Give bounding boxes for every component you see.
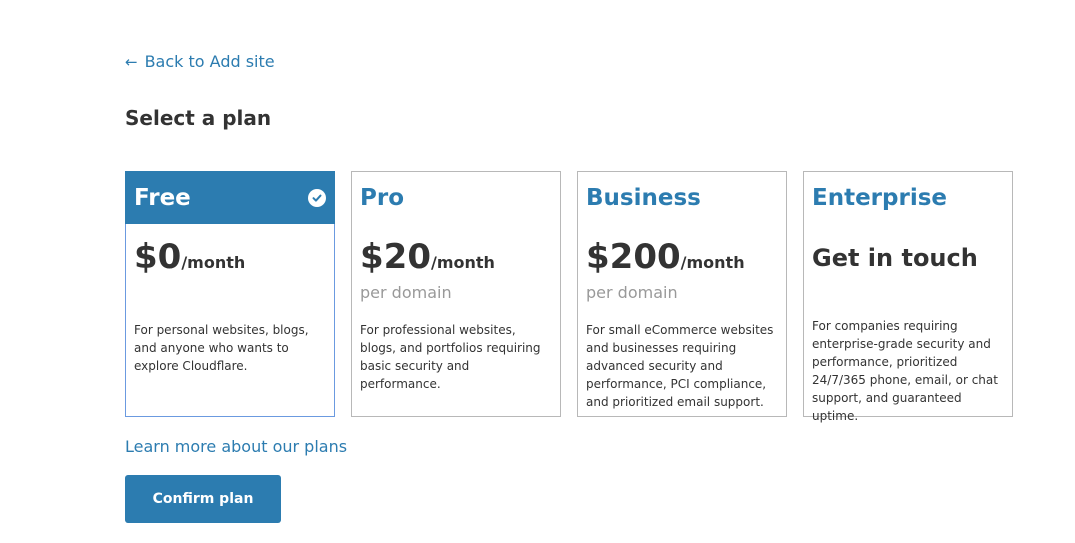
plan-name: Free bbox=[134, 184, 191, 211]
check-circle-icon bbox=[308, 188, 326, 207]
learn-more-link[interactable]: Learn more about our plans bbox=[125, 436, 347, 458]
plan-period: /month bbox=[181, 253, 246, 272]
plan-name: Business bbox=[586, 185, 701, 211]
plan-price: $200 bbox=[586, 237, 681, 277]
plan-description: For personal websites, blogs, and anyone… bbox=[134, 323, 309, 373]
plan-name: Enterprise bbox=[812, 185, 948, 211]
arrow-left-icon: ← bbox=[125, 53, 138, 71]
plan-list: Free $0 /month For personal websites, bl… bbox=[125, 171, 1013, 423]
price-row: $200 /month bbox=[586, 236, 745, 278]
back-to-add-site-link[interactable]: ← Back to Add site bbox=[125, 51, 275, 73]
plan-price: $0 bbox=[134, 237, 182, 277]
price-row: $20 /month bbox=[360, 236, 495, 278]
plan-card-business[interactable]: Business $200 /month per domain For smal… bbox=[577, 171, 787, 417]
plan-contact-label: Get in touch bbox=[812, 244, 978, 272]
plan-price: $20 bbox=[360, 237, 431, 277]
plan-period: /month bbox=[680, 253, 745, 272]
plan-header: Pro bbox=[352, 172, 560, 224]
plan-card-free[interactable]: Free $0 /month For personal websites, bl… bbox=[125, 171, 335, 417]
price-row: $0 /month bbox=[134, 236, 245, 278]
back-link-label: Back to Add site bbox=[144, 52, 275, 71]
plan-card-pro[interactable]: Pro $20 /month per domain For profession… bbox=[351, 171, 561, 417]
plan-description: For small eCommerce websites and busines… bbox=[586, 323, 774, 409]
plan-per-unit: per domain bbox=[586, 283, 678, 302]
plan-description: For companies requiring enterprise-grade… bbox=[812, 319, 998, 423]
page-title: Select a plan bbox=[125, 106, 272, 130]
plan-header: Free bbox=[125, 171, 335, 224]
plan-header: Business bbox=[578, 172, 786, 224]
plan-description: For professional websites, blogs, and po… bbox=[360, 323, 541, 391]
confirm-plan-button[interactable]: Confirm plan bbox=[125, 475, 281, 523]
plan-period: /month bbox=[430, 253, 495, 272]
plan-card-enterprise[interactable]: Enterprise Get in touch For companies re… bbox=[803, 171, 1013, 423]
plan-per-unit: per domain bbox=[360, 283, 452, 302]
plan-name: Pro bbox=[360, 185, 405, 211]
plan-header: Enterprise bbox=[804, 172, 1012, 224]
